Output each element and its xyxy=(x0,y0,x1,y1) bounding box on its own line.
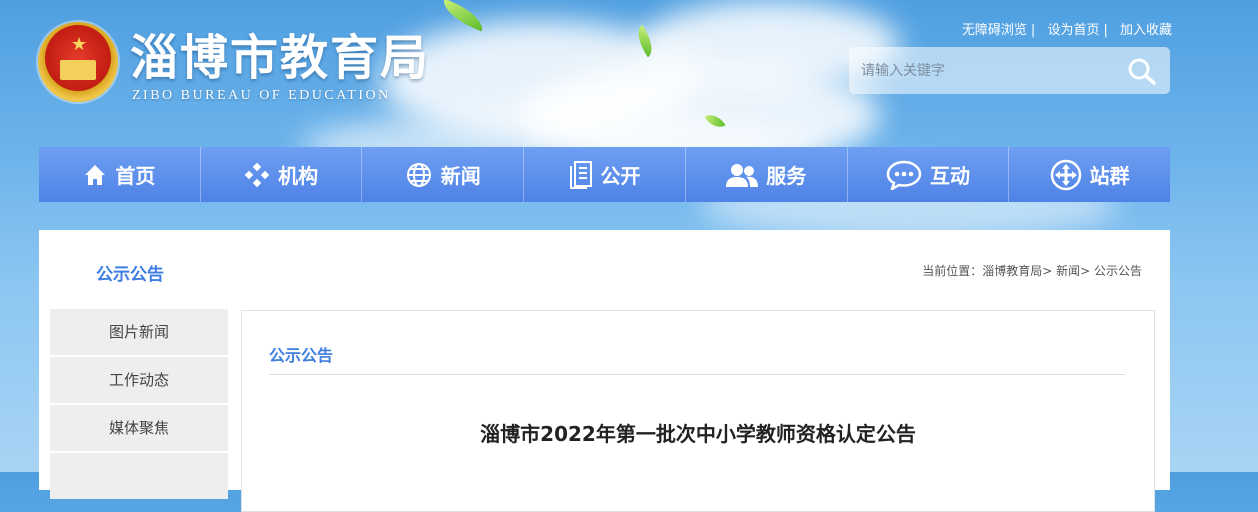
nav-news[interactable]: 新闻 xyxy=(362,147,525,202)
search-input[interactable] xyxy=(849,47,1111,94)
sidebar-item-work-updates[interactable]: 工作动态 xyxy=(50,357,228,403)
breadcrumb-prefix: 当前位置： xyxy=(922,264,983,278)
site-title: 淄博市教育局 xyxy=(130,30,431,86)
sidebar-item-photo-news[interactable]: 图片新闻 xyxy=(50,309,228,355)
nav-label: 机构 xyxy=(278,164,319,188)
nav-label: 公开 xyxy=(600,164,641,188)
document-icon xyxy=(569,160,592,189)
nav-label: 新闻 xyxy=(440,164,481,188)
globe-icon xyxy=(406,162,431,187)
nav-label: 站群 xyxy=(1089,164,1130,188)
breadcrumb-separator: > xyxy=(1080,264,1094,278)
breadcrumb: 当前位置：淄博教育局> 新闻> 公示公告 xyxy=(922,262,1142,279)
nav-label: 服务 xyxy=(766,164,807,188)
section-title: 公示公告 xyxy=(96,265,164,285)
article-container: 公示公告 淄博市2022年第一批次中小学教师资格认定公告 xyxy=(241,310,1155,512)
site-subtitle: ZIBO BUREAU OF EDUCATION xyxy=(132,88,391,103)
nav-organization[interactable]: 机构 xyxy=(201,147,363,202)
link-separator: | xyxy=(1030,23,1036,38)
sidebar-item-more[interactable] xyxy=(50,453,228,499)
accessibility-link[interactable]: 无障碍浏览 xyxy=(962,23,1027,38)
nav-label: 首页 xyxy=(115,164,156,188)
divider xyxy=(269,374,1125,375)
add-favorite-link[interactable]: 加入收藏 xyxy=(1120,23,1172,38)
home-icon xyxy=(85,164,106,185)
link-separator: | xyxy=(1103,23,1108,38)
users-icon xyxy=(726,163,759,187)
org-icon xyxy=(244,162,270,187)
star-icon: ★ xyxy=(71,34,88,55)
content-panel: 公示公告 当前位置：淄博教育局> 新闻> 公示公告 图片新闻 工作动态 媒体聚焦… xyxy=(39,230,1170,512)
top-links: 无障碍浏览 | 设为首页 | 加入收藏 xyxy=(962,19,1172,38)
set-homepage-link[interactable]: 设为首页 xyxy=(1047,23,1099,38)
chat-icon xyxy=(886,160,922,190)
sidebar: 图片新闻 工作动态 媒体聚焦 xyxy=(50,309,228,501)
nav-site-group[interactable]: 站群 xyxy=(1009,147,1170,202)
main-nav: 首页 机构 新闻 公开 服务 互动 站群 xyxy=(39,147,1170,202)
article-section-title: 公示公告 xyxy=(269,346,334,365)
breadcrumb-separator: > xyxy=(1042,264,1057,278)
nav-label: 互动 xyxy=(929,164,970,188)
article-title: 淄博市2022年第一批次中小学教师资格认定公告 xyxy=(480,422,916,446)
search-icon[interactable] xyxy=(1126,56,1158,86)
nav-service[interactable]: 服务 xyxy=(686,147,848,202)
nav-public[interactable]: 公开 xyxy=(524,147,686,202)
site-group-icon xyxy=(1050,159,1081,190)
search-box xyxy=(849,47,1170,94)
breadcrumb-link-bureau[interactable]: 淄博教育局 xyxy=(982,264,1042,278)
nav-home[interactable]: 首页 xyxy=(39,147,201,202)
sidebar-item-media-focus[interactable]: 媒体聚焦 xyxy=(50,405,228,451)
national-emblem-logo: ★ xyxy=(38,22,118,102)
nav-interaction[interactable]: 互动 xyxy=(848,147,1010,202)
breadcrumb-link-notice[interactable]: 公示公告 xyxy=(1094,264,1142,278)
gate-icon xyxy=(60,60,96,80)
breadcrumb-link-news[interactable]: 新闻 xyxy=(1056,264,1080,278)
